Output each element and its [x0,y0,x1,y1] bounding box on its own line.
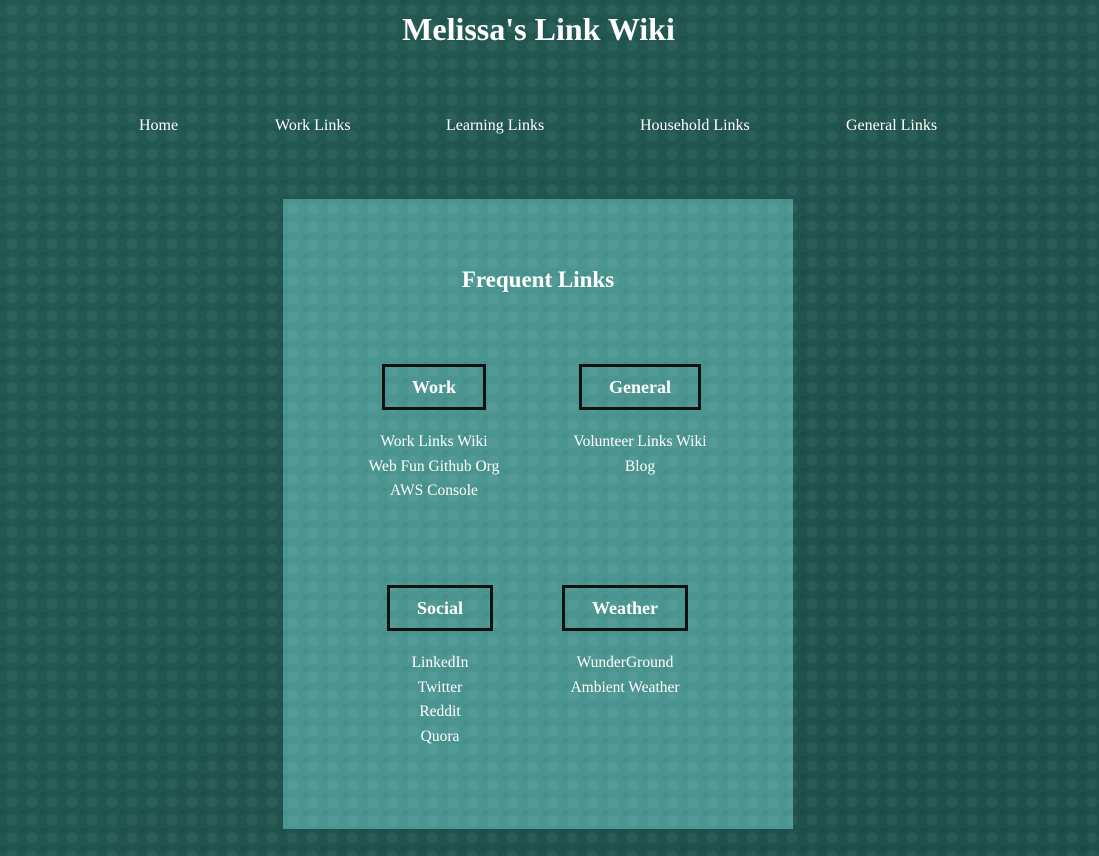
link-ambient-weather[interactable]: Ambient Weather [545,676,705,701]
link-group-work: Work Work Links Wiki Web Fun Github Org … [340,364,528,504]
nav-link-general-links[interactable]: General Links [846,116,937,136]
link-group-weather: Weather WunderGround Ambient Weather [545,585,705,700]
link-group-general: General Volunteer Links Wiki Blog [545,364,735,479]
group-links-general: Volunteer Links Wiki Blog [545,430,735,479]
frequent-links-panel: Frequent Links Work Work Links Wiki Web … [283,199,793,829]
nav-link-work-links[interactable]: Work Links [275,116,351,136]
group-heading-work: Work [381,364,486,410]
group-heading-weather: Weather [562,585,688,631]
nav-link-learning-links[interactable]: Learning Links [446,116,544,136]
link-web-fun-github-org[interactable]: Web Fun Github Org [340,455,528,480]
top-nav: Home Work Links Learning Links Household… [0,116,1099,136]
group-links-social: LinkedIn Twitter Reddit Quora [340,651,540,749]
link-blog[interactable]: Blog [545,455,735,480]
group-heading-general: General [579,364,701,410]
link-work-links-wiki[interactable]: Work Links Wiki [340,430,528,455]
link-wunderground[interactable]: WunderGround [545,651,705,676]
link-aws-console[interactable]: AWS Console [340,479,528,504]
group-links-weather: WunderGround Ambient Weather [545,651,705,700]
site-title: Melissa's Link Wiki [402,11,675,47]
group-links-work: Work Links Wiki Web Fun Github Org AWS C… [340,430,528,504]
group-heading-social: Social [386,585,493,631]
link-volunteer-links-wiki[interactable]: Volunteer Links Wiki [545,430,735,455]
link-group-social: Social LinkedIn Twitter Reddit Quora [340,585,540,749]
nav-link-home[interactable]: Home [139,116,178,136]
link-quora[interactable]: Quora [340,725,540,750]
panel-title: Frequent Links [461,267,615,292]
link-reddit[interactable]: Reddit [340,700,540,725]
link-twitter[interactable]: Twitter [340,676,540,701]
link-linkedin[interactable]: LinkedIn [340,651,540,676]
nav-link-household-links[interactable]: Household Links [640,116,750,136]
